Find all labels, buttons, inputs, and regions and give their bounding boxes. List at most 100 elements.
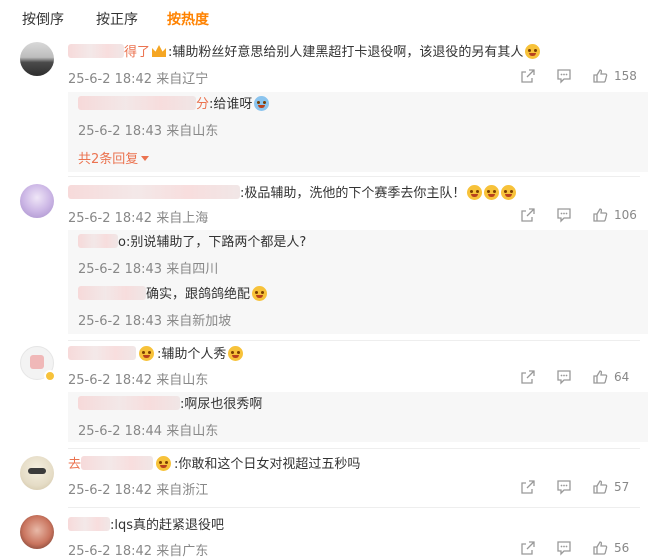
comment-meta: 25-6-2 18:42 来自广东 bbox=[68, 540, 208, 559]
username-suffix[interactable]: 得了 bbox=[124, 45, 150, 60]
username-redacted[interactable] bbox=[68, 346, 136, 360]
divider bbox=[68, 176, 640, 177]
comment-actions: 106 bbox=[520, 207, 637, 225]
reply: 分:给谁呀 bbox=[78, 96, 270, 114]
reply-text: o:别说辅助了，下路两个都是人? bbox=[118, 235, 307, 250]
divider bbox=[68, 340, 640, 341]
comment-actions: 56 bbox=[520, 540, 630, 558]
share-icon[interactable] bbox=[520, 207, 536, 223]
username-redacted[interactable] bbox=[81, 456, 154, 470]
fan-badge-icon bbox=[152, 45, 167, 57]
comment-body: :辅助个人秀 bbox=[68, 346, 244, 364]
sort-normal-tab[interactable]: 按正序 bbox=[96, 9, 138, 29]
avatar[interactable] bbox=[20, 42, 54, 76]
comment-icon[interactable] bbox=[556, 207, 572, 223]
share-icon[interactable] bbox=[520, 369, 536, 385]
share-icon[interactable] bbox=[520, 68, 536, 84]
divider bbox=[68, 448, 640, 449]
location: 来自辽宁 bbox=[156, 72, 209, 87]
avatar[interactable] bbox=[20, 456, 54, 490]
emoji-icon bbox=[467, 185, 483, 200]
timestamp: 25-6-2 18:43 bbox=[78, 314, 163, 329]
comment-icon[interactable] bbox=[556, 369, 572, 385]
emoji-icon bbox=[228, 346, 244, 361]
reply-meta: 25-6-2 18:43 来自四川 bbox=[78, 258, 218, 277]
like-icon[interactable] bbox=[592, 369, 608, 385]
emoji-icon bbox=[139, 346, 154, 361]
sort-hot-tab[interactable]: 按热度 bbox=[167, 9, 209, 29]
username-redacted[interactable] bbox=[78, 396, 180, 410]
timestamp: 25-6-2 18:42 bbox=[68, 72, 153, 87]
location: 来自四川 bbox=[166, 262, 219, 277]
reply: :啊尿也很秀啊 bbox=[78, 396, 262, 414]
comment-meta: 25-6-2 18:42 来自辽宁 bbox=[68, 68, 208, 87]
emoji-icon bbox=[501, 185, 517, 200]
username-redacted[interactable] bbox=[78, 96, 196, 110]
divider bbox=[68, 507, 640, 508]
like-count: 56 bbox=[614, 541, 630, 555]
like-count: 57 bbox=[614, 480, 630, 494]
emoji-icon bbox=[484, 185, 500, 200]
username-redacted[interactable] bbox=[68, 44, 124, 58]
comment-body: :极品辅助，洗他的下个赛季去你主队！ bbox=[68, 185, 517, 203]
reply: o:别说辅助了，下路两个都是人? bbox=[78, 234, 306, 252]
share-icon[interactable] bbox=[520, 540, 536, 556]
share-icon[interactable] bbox=[520, 479, 536, 495]
like-count: 106 bbox=[614, 208, 637, 222]
comment-text: :辅助粉丝好意思给别人建黑超打卡退役啊，该退役的另有其人 bbox=[168, 45, 524, 60]
username-redacted[interactable] bbox=[78, 286, 146, 300]
avatar[interactable] bbox=[20, 515, 54, 549]
username-prefix[interactable]: 去 bbox=[68, 457, 81, 472]
reply-text: :啊尿也很秀啊 bbox=[180, 397, 263, 412]
comment-text: :辅助个人秀 bbox=[157, 347, 227, 362]
like-icon[interactable] bbox=[592, 479, 608, 495]
like-icon[interactable] bbox=[592, 207, 608, 223]
timestamp: 25-6-2 18:42 bbox=[68, 544, 153, 559]
comment-text: :极品辅助，洗他的下个赛季去你主队！ bbox=[240, 186, 466, 201]
reply: 确实，跟鸽鸽绝配 bbox=[78, 286, 268, 304]
expand-replies-link[interactable]: 共2条回复 bbox=[78, 148, 150, 167]
username-suffix[interactable]: 分 bbox=[196, 97, 209, 112]
emoji-icon bbox=[156, 456, 172, 471]
location: 来自山东 bbox=[156, 373, 209, 388]
location: 来自广东 bbox=[156, 544, 209, 559]
username-redacted[interactable] bbox=[68, 185, 240, 199]
location: 来自山东 bbox=[166, 124, 219, 139]
sort-reverse-tab[interactable]: 按倒序 bbox=[22, 9, 64, 29]
comment-text: :你敢和这个日女对视超过五秒吗 bbox=[174, 457, 361, 472]
comment-icon[interactable] bbox=[556, 540, 572, 556]
timestamp: 25-6-2 18:42 bbox=[68, 373, 153, 388]
like-count: 158 bbox=[614, 69, 637, 83]
caret-down-icon bbox=[141, 156, 150, 161]
timestamp: 25-6-2 18:44 bbox=[78, 424, 163, 439]
verified-badge-icon bbox=[44, 370, 56, 382]
location: 来自山东 bbox=[166, 424, 219, 439]
comment-meta: 25-6-2 18:42 来自山东 bbox=[68, 369, 208, 388]
emoji-icon bbox=[254, 96, 270, 111]
reply-meta: 25-6-2 18:43 来自山东 bbox=[78, 120, 218, 139]
comment-body: 去 :你敢和这个日女对视超过五秒吗 bbox=[68, 456, 360, 474]
username-redacted[interactable] bbox=[78, 234, 118, 248]
reply-meta: 25-6-2 18:44 来自山东 bbox=[78, 420, 218, 439]
avatar[interactable] bbox=[20, 184, 54, 218]
comment-body: :lqs真的赶紧退役吧 bbox=[68, 517, 224, 535]
location: 来自上海 bbox=[156, 211, 209, 226]
comment-actions: 158 bbox=[520, 68, 637, 86]
like-icon[interactable] bbox=[592, 68, 608, 84]
comment-icon[interactable] bbox=[556, 68, 572, 84]
comment-icon[interactable] bbox=[556, 479, 572, 495]
timestamp: 25-6-2 18:43 bbox=[78, 262, 163, 277]
reply-text: :给谁呀 bbox=[209, 97, 253, 112]
location: 来自浙江 bbox=[156, 483, 209, 498]
sort-bar: 按倒序 按正序 按热度 bbox=[0, 0, 648, 36]
comment-actions: 57 bbox=[520, 479, 630, 497]
expand-replies-label: 共2条回复 bbox=[78, 152, 139, 167]
like-icon[interactable] bbox=[592, 540, 608, 556]
like-count: 64 bbox=[614, 370, 630, 384]
username-redacted[interactable] bbox=[68, 517, 110, 531]
comment-meta: 25-6-2 18:42 来自浙江 bbox=[68, 479, 208, 498]
comment-text: :lqs真的赶紧退役吧 bbox=[110, 518, 225, 533]
timestamp: 25-6-2 18:42 bbox=[68, 483, 153, 498]
reply-meta: 25-6-2 18:43 来自新加坡 bbox=[78, 310, 231, 329]
comment-actions: 64 bbox=[520, 369, 630, 387]
